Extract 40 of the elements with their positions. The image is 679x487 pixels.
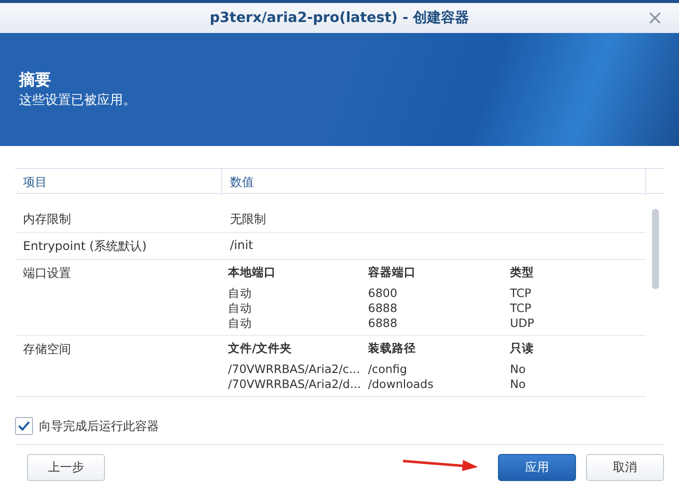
cancel-button[interactable]: 取消 <box>586 454 664 481</box>
table-cell-text: TCP <box>510 301 532 316</box>
sub-column-header: 文件/文件夹 <box>228 341 294 356</box>
sub-column-header: 装载路径 <box>368 341 417 356</box>
table-cell-text: 自动 <box>228 316 253 331</box>
table-cell-text: /config <box>368 362 408 377</box>
table-cell-text: Entrypoint (系统默认) <box>22 238 148 255</box>
checkbox[interactable] <box>15 417 33 435</box>
table-cell-text: 自动 <box>228 301 253 316</box>
column-header: 数值 <box>222 169 646 196</box>
table-cell-text: /init <box>229 238 254 254</box>
checkbox-label: 向导完成后运行此容器 <box>39 418 159 434</box>
banner-subtitle: 这些设置已被应用。 <box>19 92 137 109</box>
sub-column-header: 容器端口 <box>368 265 417 280</box>
table-cell-text: 存储空间 <box>22 341 72 358</box>
table-cell-text: /70VWRRBAS/Aria2/c... <box>228 362 361 377</box>
table-cell-text: /downloads <box>368 377 434 392</box>
apply-button[interactable]: 应用 <box>498 454 576 481</box>
column-header: 项目 <box>15 169 222 196</box>
scrollbar-thumb[interactable] <box>652 209 659 289</box>
sub-column-header: 类型 <box>510 265 535 280</box>
sub-column-header: 只读 <box>510 341 535 356</box>
table-cell-text: 6888 <box>368 301 398 316</box>
sub-column-header: 本地端口 <box>228 265 277 280</box>
table-cell-text: No <box>510 362 527 377</box>
table-cell-text: TCP <box>510 286 532 301</box>
table-cell-text: 端口设置 <box>22 265 72 282</box>
table-cell-text: 6800 <box>368 286 398 301</box>
table-cell-text: 无限制 <box>229 211 267 228</box>
banner-title: 摘要 <box>19 70 52 91</box>
close-icon[interactable] <box>649 12 661 24</box>
table-cell-text: /70VWRRBAS/Aria2/d... <box>228 377 362 392</box>
table-cell-text: 内存限制 <box>22 211 72 228</box>
back-button[interactable]: 上一步 <box>27 454 105 481</box>
table-cell-text: UDP <box>510 316 536 331</box>
window-title: p3terx/aria2-pro(latest) - 创建容器 <box>210 9 470 27</box>
table-cell-text: 6888 <box>368 316 398 331</box>
table-cell-text: 自动 <box>228 286 253 301</box>
checkmark-icon <box>18 421 30 431</box>
table-cell-text: No <box>510 377 527 392</box>
